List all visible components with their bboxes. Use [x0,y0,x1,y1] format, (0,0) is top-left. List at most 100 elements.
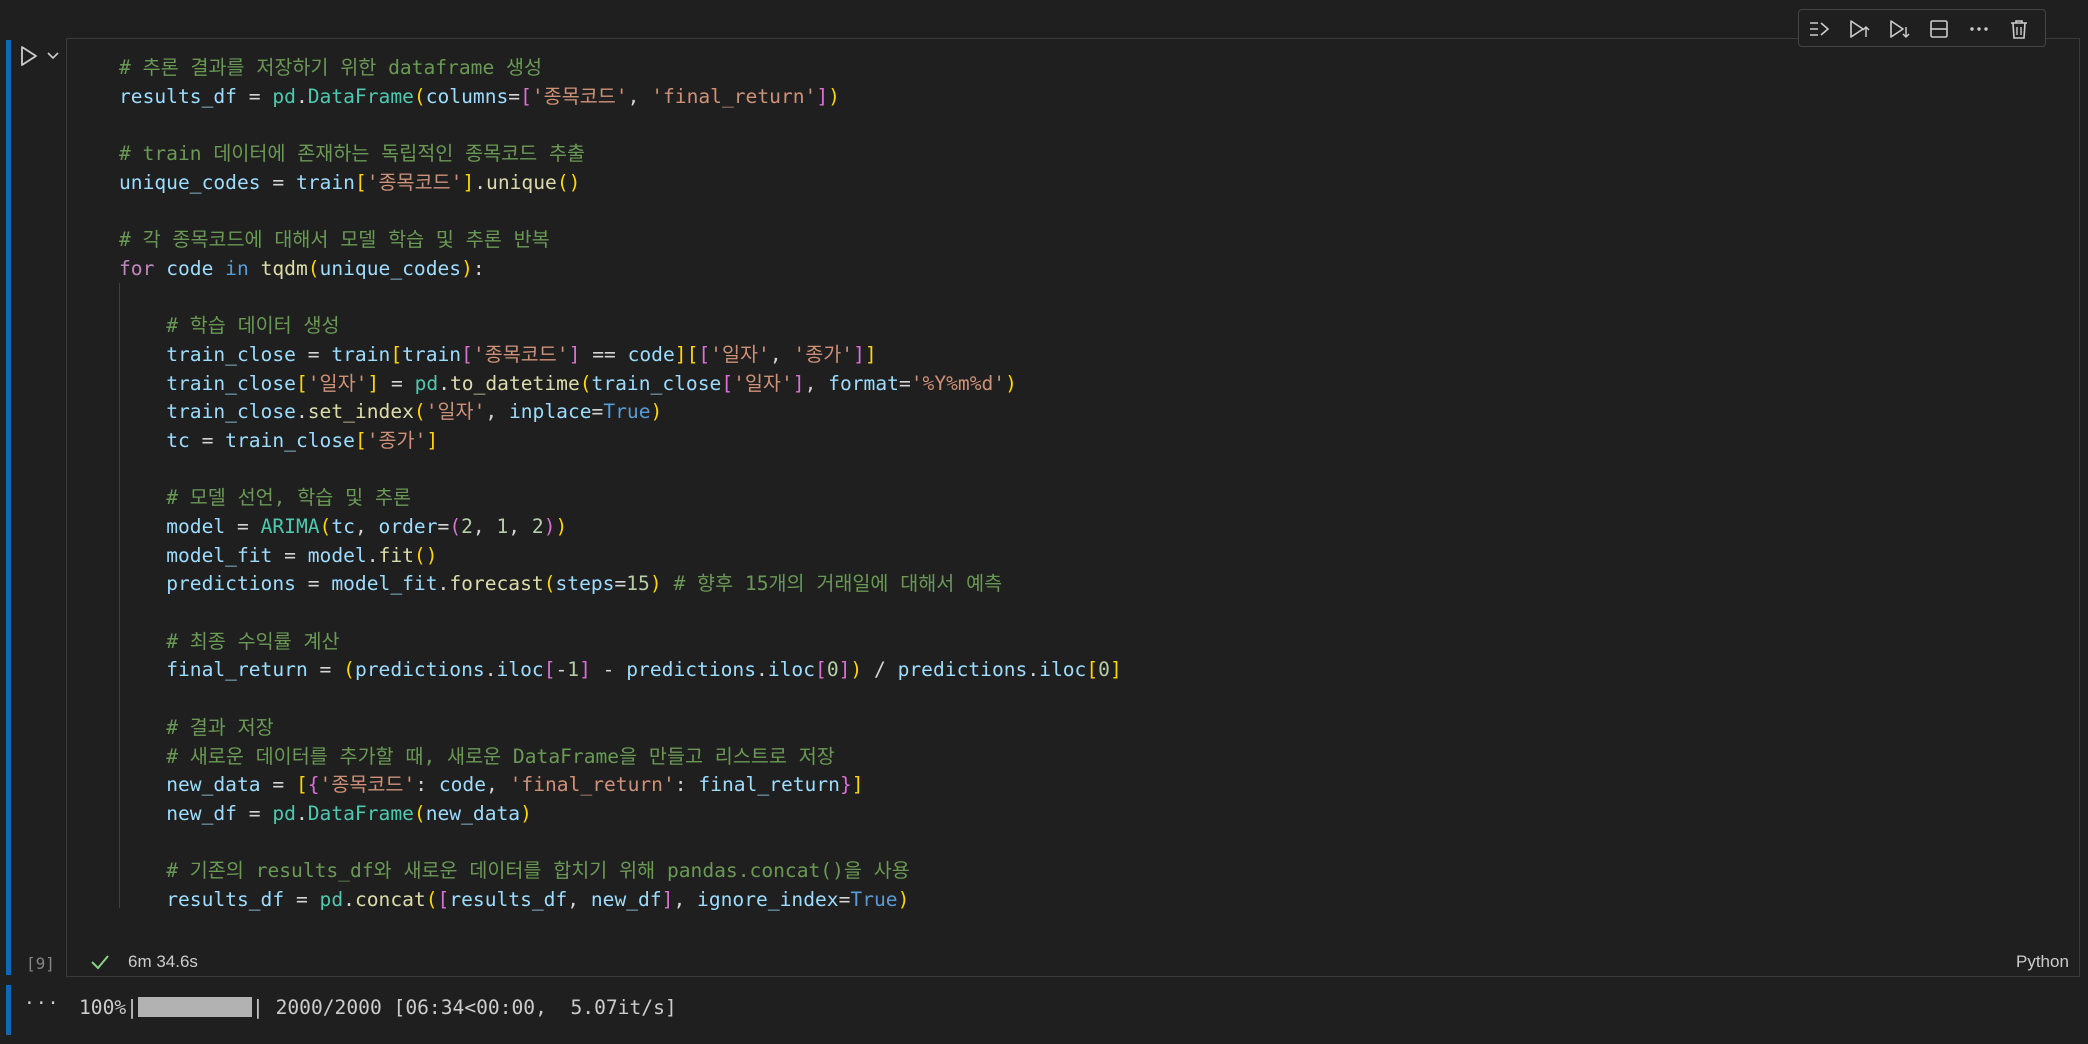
more-actions-icon[interactable] [1967,17,1991,41]
code-token: , [804,371,829,395]
code-token: unique [486,170,557,194]
code-token: == [580,342,628,366]
code-token: ) [461,256,473,280]
code-token: [ [461,342,473,366]
code-token: concat [354,887,426,911]
language-selector[interactable]: Python [2016,952,2069,972]
code-token: train_close [166,371,296,395]
code-content[interactable]: # 추론 결과를 저장하기 위한 dataframe 생성 results_df … [119,54,1122,915]
progress-details: | 2000/2000 [06:34<00:00, 5.07it/s] [251,996,677,1019]
code-line: # 최종 수익률 계산 [119,628,1122,657]
code-token: pd [414,371,439,395]
code-token: = [295,572,332,596]
code-line: model_fit = model.fit() [119,542,1122,571]
code-token: ) [850,658,863,682]
code-token: ( [319,515,332,538]
code-token: , [485,400,509,424]
code-token: , [627,84,652,108]
code-token: ] [579,658,591,682]
code-token: { [307,773,320,797]
code-token: order [378,515,438,538]
execute-below-icon[interactable] [1887,17,1911,41]
code-token: model_fit [331,572,438,596]
code-token: # 결과 저장 [166,715,274,739]
code-token: ] [426,428,439,452]
code-token: model [307,543,367,567]
code-token: = [379,371,415,395]
code-token: pd [272,801,296,825]
progress-percent: 100%| [79,996,138,1019]
code-token: , [508,515,532,538]
code-token: steps [555,572,615,596]
code-token: , [769,342,794,366]
code-token: = [260,773,296,797]
code-token: ARIMA [260,515,320,538]
code-token: for [119,256,155,280]
code-token: code [166,256,214,280]
code-token: = [284,887,320,911]
code-token: set_index [307,400,414,424]
code-line: new_data = [{'종목코드': code, 'final_return… [119,771,1122,800]
code-token: . [474,170,487,194]
code-token: '일자' [307,371,368,395]
code-token: . [438,371,450,395]
code-token: tc [331,515,355,538]
code-token: # train 데이터에 존재하는 독립적인 종목코드 추출 [119,142,586,166]
code-token: / [862,658,898,682]
code-token: columns [425,84,509,108]
code-token: . [437,572,450,596]
code-token: ] [367,371,380,395]
code-token: # 각 종목코드에 대해서 모델 학습 및 추론 반복 [119,228,550,252]
code-token: ] [462,170,475,194]
code-token: ( [413,84,426,108]
code-token: unique_codes [319,256,462,280]
code-token: fit [378,543,414,567]
progress-bar [137,997,252,1017]
output-more-actions[interactable]: ··· [24,993,60,1014]
code-token: 15 [626,572,650,596]
run-by-line-icon[interactable] [1807,17,1831,41]
code-token: to_datetime [449,371,580,395]
run-cell-icon[interactable] [18,44,40,68]
code-token: '일자' [425,400,486,424]
notebook-code-cell[interactable]: # 추론 결과를 저장하기 위한 dataframe 생성 results_df … [0,9,2080,979]
code-line: train_close.set_index('일자', inplace=True… [119,398,1122,427]
code-token: unique_codes [119,170,261,194]
code-token: [ [686,342,699,366]
code-token: forecast [449,572,544,596]
code-token: DataFrame [307,801,414,825]
code-token: '종목코드' [531,84,628,108]
code-token: ( [543,572,556,596]
code-token: = [272,543,308,567]
execution-count: [9] [26,954,55,973]
code-token: [ [698,342,711,366]
code-token: in [225,256,249,280]
delete-icon[interactable] [2007,17,2031,41]
code-token: '종목코드' [472,342,569,366]
code-line: # 새로운 데이터를 추가할 때, 새로운 DataFrame을 만들고 리스트… [119,743,1122,772]
code-token: iloc [496,658,544,682]
code-token: [ [390,342,403,366]
code-token: () [556,170,581,194]
chevron-down-icon[interactable] [46,50,60,62]
code-token: predictions [166,572,296,596]
code-token: ( [579,371,592,395]
split-cell-icon[interactable] [1927,17,1951,41]
code-token: final_return [698,773,840,797]
execute-above-icon[interactable] [1847,17,1871,41]
code-token: # 모델 선언, 학습 및 추론 [166,486,411,510]
code-token: = [236,84,273,108]
